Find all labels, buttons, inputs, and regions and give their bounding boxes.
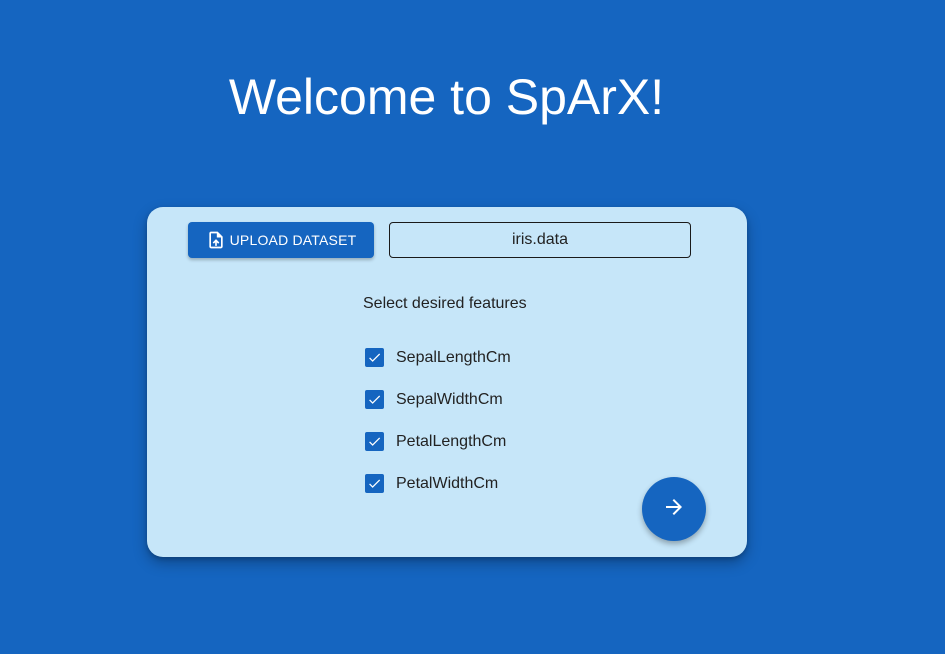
feature-label: PetalLengthCm [396,432,507,450]
feature-label: SepalWidthCm [396,390,503,408]
feature-checkbox-item[interactable]: PetalWidthCm [365,474,498,493]
upload-dataset-button[interactable]: UPLOAD DATASET [188,222,374,258]
feature-label: PetalWidthCm [396,474,499,492]
checkbox-checked-icon[interactable] [365,390,384,409]
feature-checkbox-item[interactable]: SepalWidthCm [365,390,503,409]
checkbox-checked-icon[interactable] [365,432,384,451]
page-title: Welcome to SpArX! [228,69,665,125]
feature-checkbox-item[interactable]: PetalLengthCm [365,432,506,451]
upload-button-label: UPLOAD DATASET [229,232,357,248]
arrow-right-icon [662,495,686,524]
checkbox-checked-icon[interactable] [365,348,384,367]
features-prompt: Select desired features [363,295,527,312]
file-name-display: iris.data [389,222,691,258]
dataset-card: UPLOAD DATASET iris.data Select desired … [147,207,747,557]
next-button[interactable] [642,477,706,541]
checkbox-checked-icon[interactable] [365,474,384,493]
file-upload-icon [206,230,226,250]
feature-checkbox-item[interactable]: SepalLengthCm [365,348,511,367]
feature-label: SepalLengthCm [396,348,511,366]
